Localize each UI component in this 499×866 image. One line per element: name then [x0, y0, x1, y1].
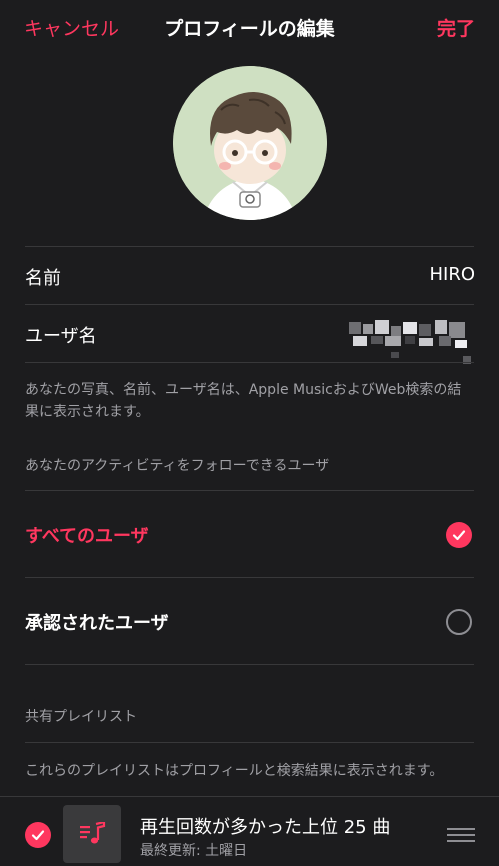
username-field[interactable]	[345, 316, 475, 368]
option-all-users-label: すべてのユーザ	[25, 526, 149, 547]
navigation-bar: キャンセル プロフィールの編集 完了	[0, 0, 499, 56]
divider	[25, 664, 474, 665]
reorder-handle-icon[interactable]	[447, 828, 475, 842]
playlist-artwork	[63, 805, 121, 863]
playlist-title: 再生回数が多かった上位 25 曲	[140, 817, 391, 838]
avatar-illustration	[173, 66, 327, 220]
option-approved-users[interactable]: 承認されたユーザ	[0, 578, 499, 664]
done-button[interactable]: 完了	[437, 14, 475, 41]
playlist-checkmark-icon[interactable]	[25, 822, 51, 848]
shared-playlists-header: 共有プレイリスト	[25, 709, 137, 725]
profile-visibility-note: あなたの写真、名前、ユーザ名は、Apple MusicおよびWeb検索の結果に表…	[25, 382, 462, 420]
name-label: 名前	[25, 268, 61, 289]
option-approved-users-label: 承認されたユーザ	[25, 613, 169, 634]
page-title: プロフィールの編集	[164, 18, 335, 40]
username-label: ユーザ名	[25, 326, 97, 347]
divider	[25, 246, 474, 247]
divider	[25, 304, 474, 305]
unchecked-circle-icon	[446, 609, 472, 635]
playlist-last-updated: 最終更新: 土曜日	[140, 843, 248, 859]
music-list-icon	[80, 822, 106, 844]
divider	[25, 742, 474, 743]
followers-section-header: あなたのアクティビティをフォローできるユーザ	[25, 458, 330, 474]
profile-avatar[interactable]	[173, 66, 327, 220]
name-field[interactable]: HIRO	[429, 264, 475, 285]
username-mosaic	[349, 320, 471, 364]
checkmark-icon	[446, 522, 472, 548]
shared-playlists-note: これらのプレイリストはプロフィールと検索結果に表示されます。	[25, 763, 444, 779]
option-all-users[interactable]: すべてのユーザ	[0, 491, 499, 577]
divider	[25, 362, 474, 363]
